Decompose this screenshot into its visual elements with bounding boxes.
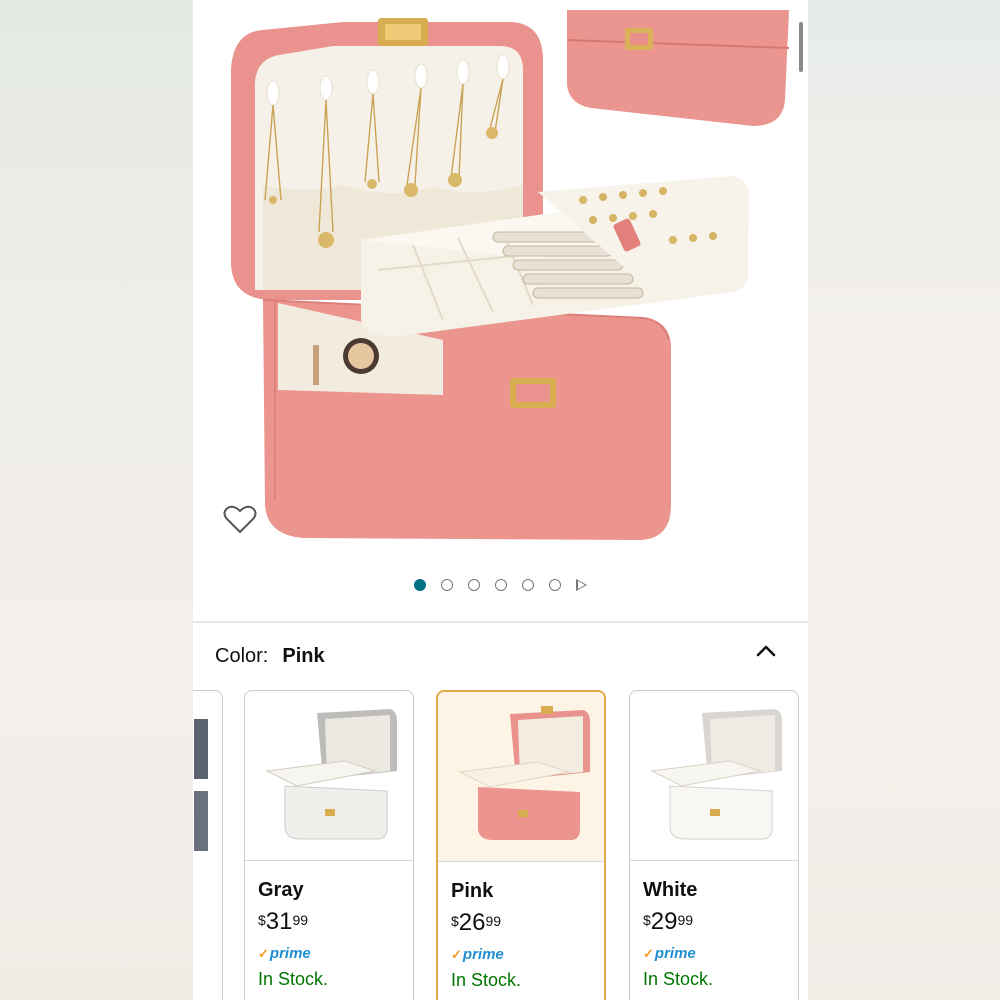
- swatch-card-pink[interactable]: Pink $ 26 99 ✓ prime In Stock.: [436, 690, 606, 1000]
- carousel-indicator: [193, 576, 808, 594]
- carousel-dot-3[interactable]: [468, 579, 480, 591]
- wishlist-button[interactable]: [223, 505, 265, 547]
- swatch-price: $ 29 99: [643, 908, 694, 935]
- swatch-name: Gray: [258, 879, 304, 901]
- prime-check-icon: ✓: [258, 945, 269, 961]
- prime-badge: ✓ prime: [258, 945, 311, 962]
- variation-selected-value: Pink: [282, 644, 325, 667]
- product-page: Color: Pink Gray $ 31 99 ✓ prime In Stoc…: [193, 0, 808, 1000]
- scrollbar[interactable]: [799, 22, 803, 72]
- variation-label: Color:: [215, 644, 269, 667]
- inset-box-image: [566, 0, 797, 126]
- stock-status: In Stock.: [451, 970, 522, 990]
- swatch-name: White: [643, 879, 698, 901]
- carousel-dot-1[interactable]: [414, 579, 426, 591]
- chevron-up-icon: [756, 645, 776, 657]
- background-left: [0, 0, 193, 1000]
- swatch-name: Pink: [451, 880, 494, 902]
- carousel-dot-4[interactable]: [495, 579, 507, 591]
- carousel-dot-6[interactable]: [549, 579, 561, 591]
- prime-badge: ✓ prime: [451, 946, 504, 963]
- swatch-thumbnail: [194, 719, 208, 851]
- swatch-thumbnail: [630, 691, 798, 861]
- background-right: [808, 0, 1000, 1000]
- product-image: [231, 0, 797, 540]
- swatch-thumbnail: [438, 692, 604, 862]
- stock-status: In Stock.: [643, 969, 714, 989]
- heart-outline-icon: [223, 505, 257, 534]
- swatch-thumbnail: [245, 691, 413, 861]
- prime-badge: ✓ prime: [643, 945, 696, 962]
- swatch-price: $ 31 99: [258, 908, 309, 935]
- carousel-dot-2[interactable]: [441, 579, 453, 591]
- swatch-card-white[interactable]: White $ 29 99 ✓ prime In Stock.: [629, 690, 799, 1000]
- color-swatch-list: Gray $ 31 99 ✓ prime In Stock. Pink $ 26…: [193, 690, 808, 1000]
- collapse-button[interactable]: [755, 640, 777, 662]
- swatch-price: $ 26 99: [451, 909, 502, 936]
- swatch-card-gray[interactable]: Gray $ 31 99 ✓ prime In Stock.: [244, 690, 414, 1000]
- carousel-dot-5[interactable]: [522, 579, 534, 591]
- prime-check-icon: ✓: [451, 946, 462, 962]
- product-image-carousel[interactable]: [193, 0, 808, 620]
- variation-header: Color: Pink: [215, 640, 325, 672]
- stock-status: In Stock.: [258, 969, 329, 989]
- swatch-card-partial[interactable]: [193, 690, 223, 1000]
- section-divider: [193, 621, 808, 623]
- play-triangle-icon[interactable]: [576, 579, 587, 591]
- prime-check-icon: ✓: [643, 945, 654, 961]
